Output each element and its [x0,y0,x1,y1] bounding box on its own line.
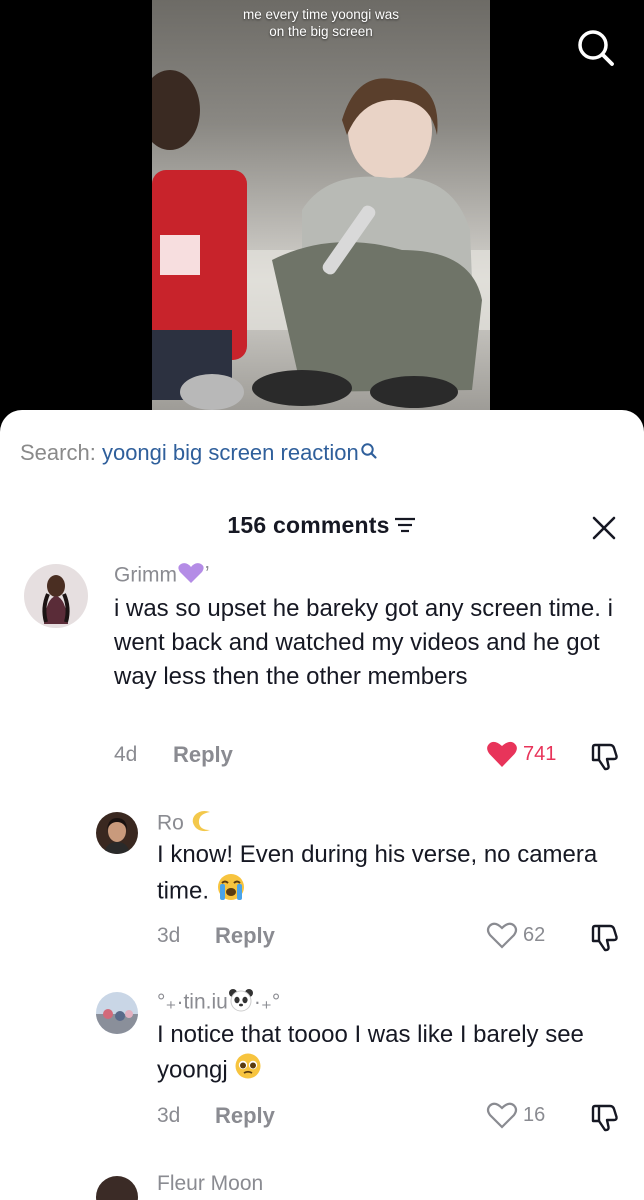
like-button[interactable]: 16 [486,1101,545,1129]
filter-icon[interactable] [393,515,417,540]
avatar[interactable] [24,564,88,628]
comment-age: 4d [114,743,138,766]
reply-button[interactable]: Reply [215,1103,275,1129]
comment-item: Grimm ʼ i was so upset he bareky got any … [0,560,644,780]
comment-item: °₊·tin.iu ·₊° I notice that toooo I was l… [0,986,644,1136]
panda-icon [228,988,254,1018]
caption-line-1: me every time yoongi was [242,7,400,22]
comment-username[interactable]: Ro [157,808,216,840]
dislike-icon[interactable] [590,742,620,772]
comment-age: 3d [157,1104,181,1127]
search-query-link[interactable]: yoongi big screen reaction [102,440,359,465]
comment-item: Fleur Moon [0,1168,644,1200]
video-player[interactable]: me every time yoongi was on the big scre… [0,0,644,430]
heart-filled-icon [487,741,517,767]
pleading-face-icon [234,1052,262,1090]
comment-item: Ro I know! Even during his verse, no cam… [0,806,644,956]
heart-outline-icon [486,1102,518,1129]
reply-button[interactable]: Reply [215,923,275,949]
comment-username[interactable]: °₊·tin.iu ·₊° [157,988,280,1018]
search-prefix: Search: [20,440,96,465]
search-small-icon [361,443,377,459]
purple-heart-icon [177,562,205,590]
dislike-icon[interactable] [590,1103,620,1133]
caption-line-2: on the big screen [269,24,373,39]
comment-age: 3d [157,924,181,947]
comments-header: 156 comments [0,510,644,544]
loudly-crying-face-icon [216,872,246,912]
comment-count: 156 comments [227,512,390,538]
avatar[interactable] [96,992,138,1034]
comment-text: i was so upset he bareky got any screen … [114,595,613,690]
dislike-icon[interactable] [590,923,620,953]
like-count: 741 [523,742,557,765]
video-frame[interactable]: me every time yoongi was on the big scre… [152,0,490,412]
comment-username[interactable]: Fleur Moon [157,1172,263,1196]
close-icon[interactable] [590,514,618,542]
comment-text: I know! Even during his verse, no camera… [157,838,607,912]
like-button[interactable]: 62 [486,921,545,949]
like-count: 16 [523,1103,546,1126]
like-button[interactable]: 741 [486,740,556,768]
crescent-moon-icon [190,808,216,840]
avatar[interactable] [96,1176,138,1200]
comment-text: I notice that toooo I was like I barely … [157,1018,627,1090]
reply-button[interactable]: Reply [173,742,233,768]
search-icon[interactable] [574,26,618,70]
comments-sheet: Search: yoongi big screen reaction 156 c… [0,410,644,1200]
video-caption: me every time yoongi was on the big scre… [152,6,490,40]
heart-outline-icon [486,922,518,949]
search-suggestion[interactable]: Search: yoongi big screen reaction [20,440,378,466]
avatar[interactable] [96,812,138,854]
like-count: 62 [523,923,546,946]
video-thumbnail-image [152,70,490,410]
comment-username[interactable]: Grimm ʼ [114,562,210,590]
